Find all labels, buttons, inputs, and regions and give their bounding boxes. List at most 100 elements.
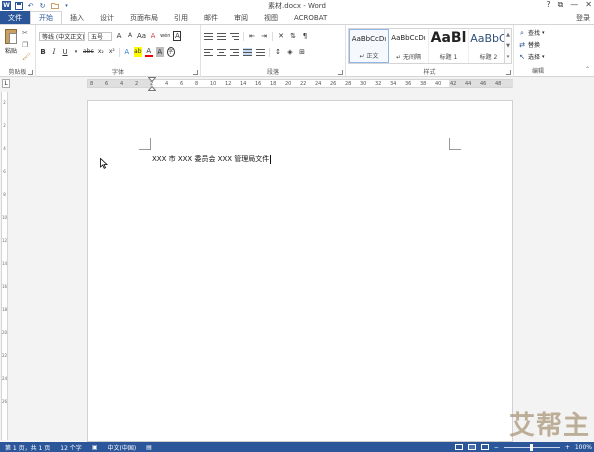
align-right-icon[interactable] bbox=[230, 48, 239, 56]
cut-icon[interactable]: ✂ bbox=[22, 29, 31, 37]
justify-icon[interactable] bbox=[243, 48, 252, 56]
minimize-icon[interactable]: — bbox=[570, 0, 578, 10]
grow-font-icon[interactable]: A bbox=[115, 31, 123, 41]
sort-icon[interactable]: ⇅ bbox=[289, 31, 297, 41]
underline-button[interactable]: U bbox=[61, 47, 69, 57]
tab-mailings[interactable]: 邮件 bbox=[196, 11, 226, 24]
character-border-icon[interactable]: A bbox=[173, 31, 182, 41]
clear-formatting-icon[interactable]: A bbox=[149, 31, 157, 41]
zoom-slider-thumb[interactable] bbox=[530, 443, 534, 451]
paragraph-launcher-icon[interactable] bbox=[338, 70, 343, 75]
style-heading-2[interactable]: AaBbC 标题 2 bbox=[469, 29, 509, 63]
copy-icon[interactable]: ❐ bbox=[22, 41, 31, 49]
italic-button[interactable]: I bbox=[50, 47, 58, 57]
tab-selector[interactable]: L bbox=[2, 79, 10, 88]
tab-insert[interactable]: 插入 bbox=[62, 11, 92, 24]
borders-icon[interactable]: ⊞ bbox=[298, 47, 306, 57]
multilevel-list-icon[interactable] bbox=[230, 32, 239, 40]
indent-marker-icon[interactable] bbox=[148, 77, 156, 91]
font-name-select[interactable]: 等线 (中文正文) bbox=[39, 31, 85, 41]
bullets-icon[interactable] bbox=[204, 32, 213, 40]
superscript-button[interactable]: x² bbox=[108, 47, 116, 57]
tab-references[interactable]: 引用 bbox=[166, 11, 196, 24]
chevron-down-icon[interactable]: ▼ bbox=[506, 43, 510, 49]
align-center-icon[interactable] bbox=[217, 48, 226, 56]
style-normal[interactable]: AaBbCcDı ↵ 正文 bbox=[349, 29, 389, 63]
show-marks-icon[interactable]: ¶ bbox=[301, 31, 309, 41]
tab-file[interactable]: 文件 bbox=[0, 11, 30, 24]
zoom-in-button[interactable]: + bbox=[565, 444, 570, 451]
language-indicator[interactable]: 中文(中国) bbox=[102, 443, 141, 452]
tab-view[interactable]: 视图 bbox=[256, 11, 286, 24]
help-icon[interactable]: ? bbox=[546, 0, 550, 10]
ruler-tick: 22 bbox=[1, 353, 8, 358]
open-icon[interactable] bbox=[50, 1, 59, 10]
subscript-button[interactable]: x₂ bbox=[97, 47, 105, 57]
font-group: 等线 (中文正文) 五号 A A Aa A wén A B I U ▾ abc … bbox=[36, 25, 201, 77]
paste-button[interactable]: 粘贴 bbox=[2, 27, 20, 55]
font-launcher-icon[interactable] bbox=[193, 70, 198, 75]
print-layout-icon[interactable] bbox=[467, 444, 476, 450]
line-spacing-icon[interactable]: ↕ bbox=[274, 47, 282, 57]
text-effects-icon[interactable]: A bbox=[123, 47, 131, 57]
phonetic-guide-icon[interactable]: wén bbox=[160, 31, 170, 41]
style-heading-1[interactable]: AaBl 标题 1 bbox=[429, 29, 469, 63]
styles-launcher-icon[interactable] bbox=[506, 70, 511, 75]
character-shading-icon[interactable]: A bbox=[155, 47, 164, 57]
font-color-icon[interactable]: A bbox=[144, 47, 153, 57]
shading-icon[interactable]: ◈ bbox=[286, 47, 294, 57]
highlight-color-icon[interactable]: ab bbox=[133, 47, 142, 57]
tab-page-layout[interactable]: 页面布局 bbox=[122, 11, 166, 24]
word-count[interactable]: 12 个字 bbox=[55, 443, 87, 452]
select-button[interactable]: ↖ 选择 ▾ bbox=[518, 52, 544, 62]
page-count[interactable]: 第 1 页，共 1 页 bbox=[0, 443, 55, 452]
find-button[interactable]: ⌕ 查找 ▾ bbox=[518, 28, 545, 38]
chevron-up-icon[interactable]: ▲ bbox=[506, 32, 510, 38]
document-body-text[interactable]: XXX 市 XXX 委员会 XXX 管理局文件 bbox=[152, 154, 272, 164]
customize-qat-icon[interactable]: ▾ bbox=[62, 1, 71, 10]
restore-icon[interactable]: ⧉ bbox=[558, 0, 564, 10]
macro-icon[interactable]: ▤ bbox=[141, 444, 157, 451]
zoom-slider[interactable] bbox=[503, 443, 560, 451]
dropdown-icon[interactable]: ▾ bbox=[72, 47, 80, 57]
ruler-tick: 38 bbox=[420, 81, 427, 87]
ruler-tick: 20 bbox=[1, 330, 8, 335]
clipboard-launcher-icon[interactable] bbox=[28, 70, 33, 75]
chinese-layout-icon[interactable]: ✕ bbox=[277, 31, 285, 41]
decrease-indent-icon[interactable]: ⇤ bbox=[248, 31, 256, 41]
document-page[interactable]: XXX 市 XXX 委员会 XXX 管理局文件 bbox=[87, 100, 513, 442]
proofing-icon[interactable]: ▣ bbox=[87, 444, 103, 451]
read-mode-icon[interactable] bbox=[454, 444, 463, 450]
tab-review[interactable]: 审阅 bbox=[226, 11, 256, 24]
zoom-out-button[interactable]: − bbox=[494, 444, 499, 451]
change-case-icon[interactable]: Aa bbox=[137, 31, 146, 41]
shrink-font-icon[interactable]: A bbox=[126, 31, 134, 41]
redo-icon[interactable]: ↻ bbox=[38, 1, 47, 10]
undo-icon[interactable]: ↶ bbox=[26, 1, 35, 10]
enclose-characters-icon[interactable]: 字 bbox=[166, 47, 175, 57]
bold-button[interactable]: B bbox=[39, 47, 47, 57]
more-styles-icon[interactable]: ▾ bbox=[507, 54, 510, 60]
format-painter-icon[interactable]: 🖌 bbox=[22, 53, 31, 61]
increase-indent-icon[interactable]: ⇥ bbox=[260, 31, 268, 41]
zoom-level[interactable]: 100% bbox=[575, 444, 592, 451]
tab-home[interactable]: 开始 bbox=[30, 11, 62, 24]
collapse-ribbon-icon[interactable]: ⌃ bbox=[585, 66, 590, 73]
vertical-ruler[interactable]: 2 2 4 6 8 10 12 14 16 18 20 22 24 26 bbox=[0, 92, 9, 440]
style-no-spacing[interactable]: AaBbCcDı ↵ 无间隔 bbox=[389, 29, 429, 63]
tab-acrobat[interactable]: ACROBAT bbox=[286, 11, 335, 24]
horizontal-ruler[interactable]: 8 6 4 2 2 4 6 8 10 12 14 16 18 20 22 24 26 28 30 32 34 36 38 40… bbox=[87, 77, 513, 91]
distributed-icon[interactable] bbox=[256, 48, 265, 56]
replace-button[interactable]: ⇄ 替换 bbox=[518, 40, 545, 50]
save-icon[interactable] bbox=[14, 1, 23, 10]
font-row-2: B I U ▾ abc x₂ x² A ab A A 字 bbox=[39, 47, 175, 57]
tab-design[interactable]: 设计 bbox=[92, 11, 122, 24]
login-link[interactable]: 登录 bbox=[576, 13, 590, 23]
web-layout-icon[interactable] bbox=[480, 444, 489, 450]
numbering-icon[interactable] bbox=[217, 32, 226, 40]
crop-mark-top-left bbox=[139, 138, 151, 150]
align-left-icon[interactable] bbox=[204, 48, 213, 56]
close-icon[interactable]: ✕ bbox=[585, 0, 592, 10]
font-size-select[interactable]: 五号 bbox=[88, 31, 112, 41]
strikethrough-button[interactable]: abc bbox=[83, 47, 94, 57]
